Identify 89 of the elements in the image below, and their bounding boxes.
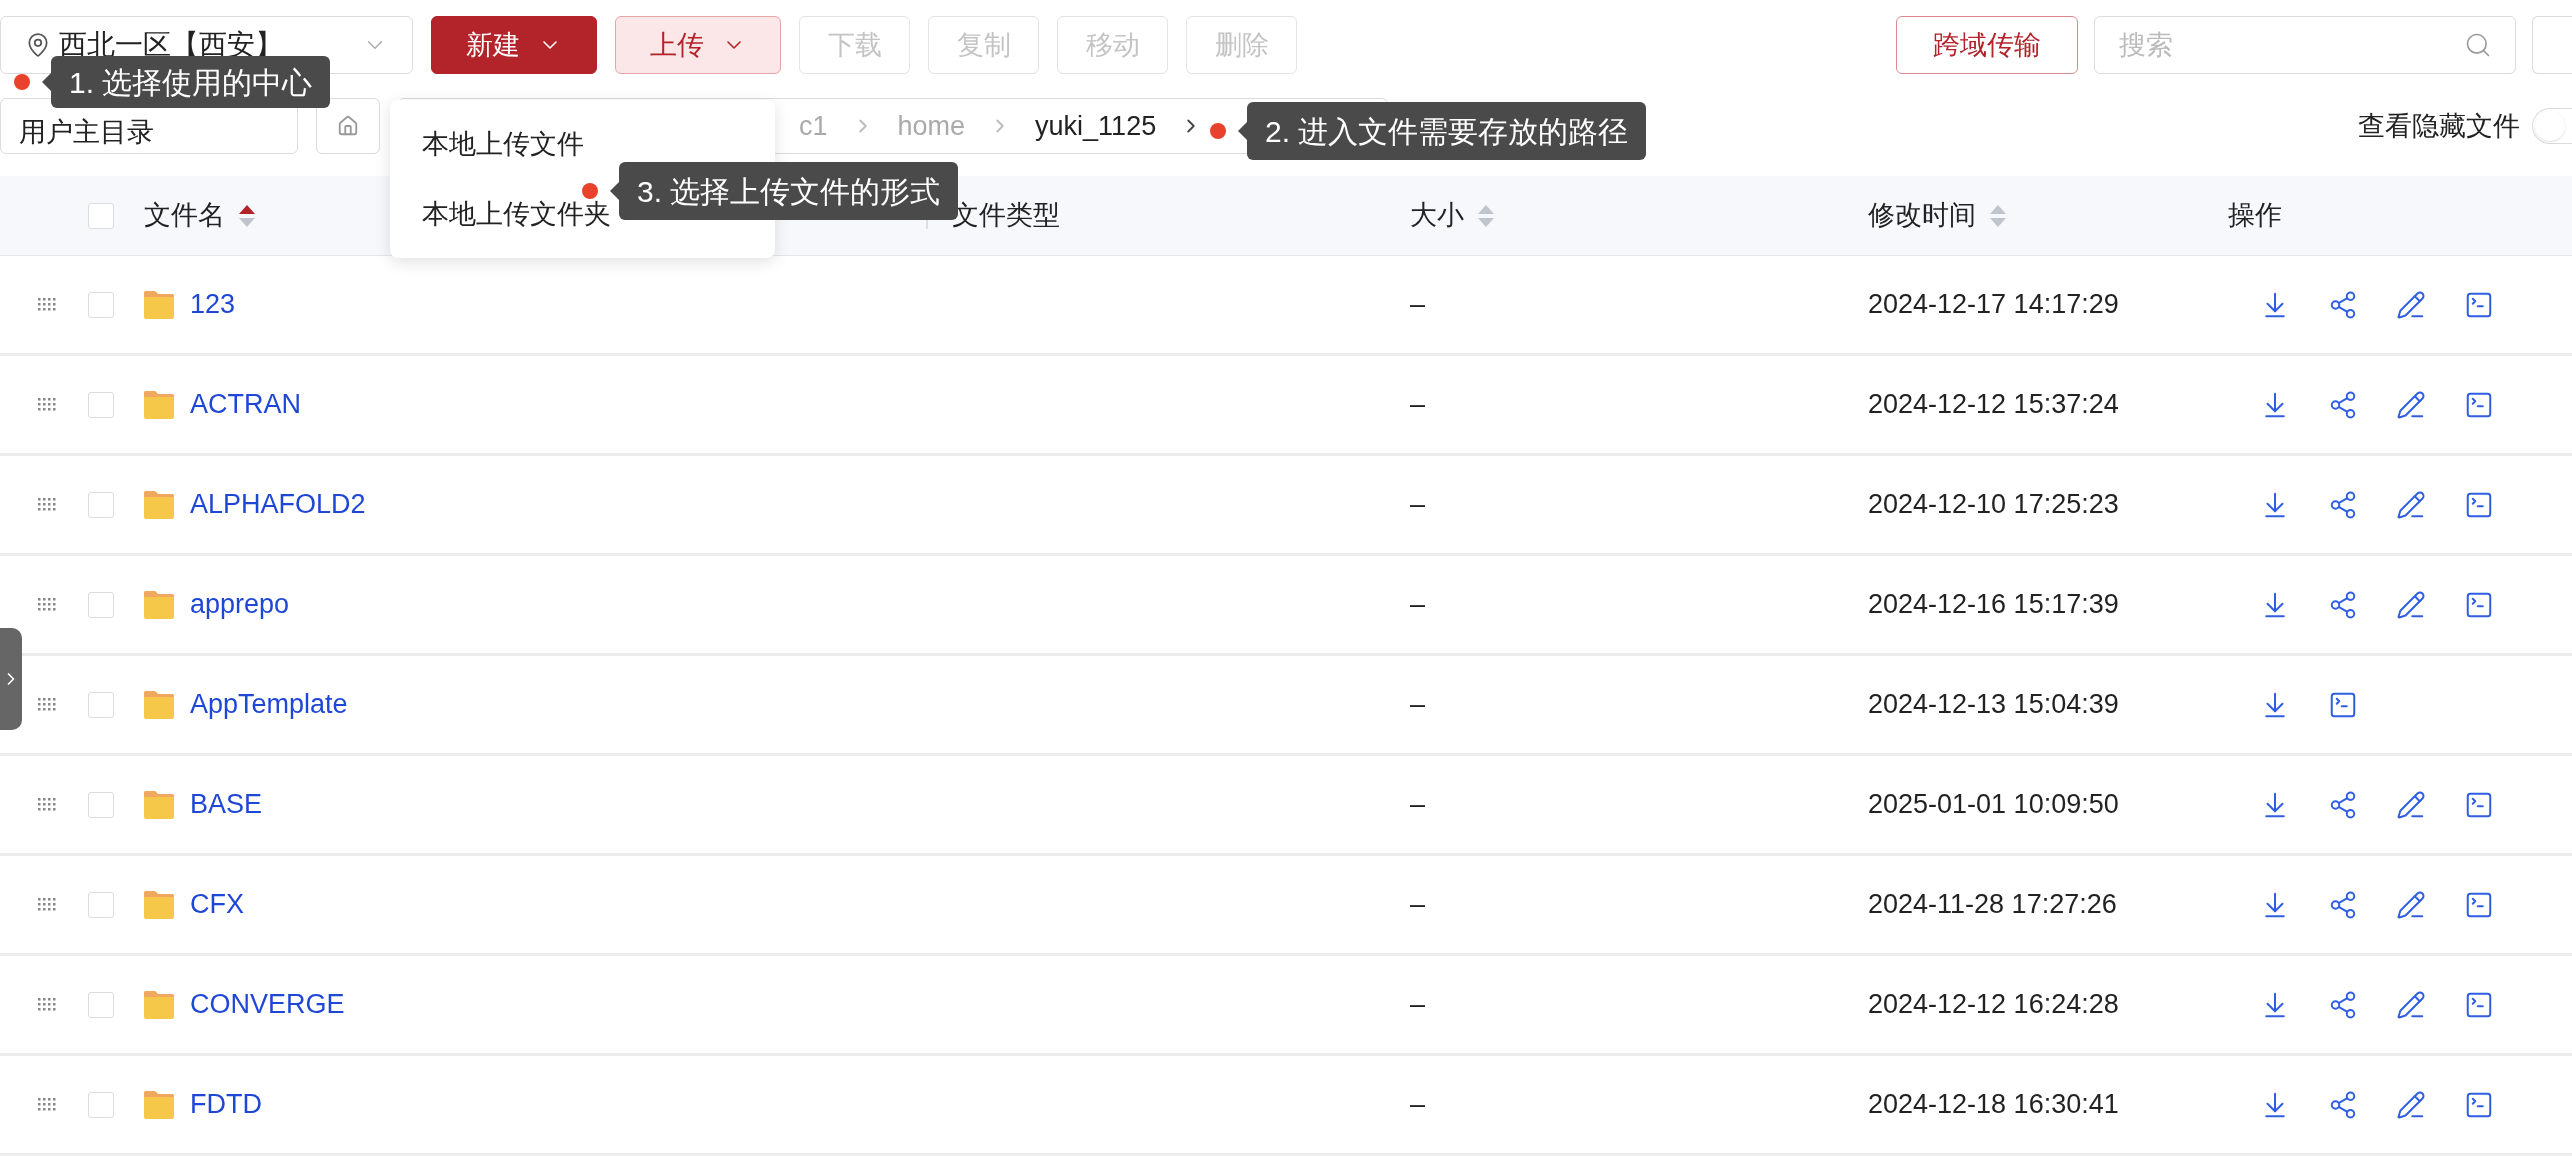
size-cell: – — [1410, 589, 1426, 620]
share-icon[interactable] — [2328, 289, 2358, 320]
modified-time-cell: 2024-12-17 14:17:29 — [1868, 289, 2119, 320]
drag-handle-icon[interactable] — [38, 398, 56, 411]
toolbar-button[interactable]: 上传 — [615, 16, 781, 74]
breadcrumb-item[interactable]: yuki_1125 — [1035, 105, 1157, 147]
row-checkbox[interactable] — [88, 1091, 114, 1118]
folder-icon — [144, 290, 174, 319]
edit-icon[interactable] — [2396, 489, 2426, 520]
share-icon[interactable] — [2328, 889, 2358, 920]
edit-icon[interactable] — [2396, 589, 2426, 620]
share-icon[interactable] — [2328, 589, 2358, 620]
drag-handle-icon[interactable] — [38, 698, 56, 711]
share-icon[interactable] — [2328, 389, 2358, 420]
size-cell: – — [1410, 389, 1426, 420]
column-header: 大小 — [1410, 199, 1464, 233]
folder-icon — [144, 690, 174, 719]
folder-icon — [144, 490, 174, 519]
folder-name-link[interactable]: ACTRAN — [190, 384, 301, 425]
folder-icon — [144, 790, 174, 819]
row-checkbox[interactable] — [88, 491, 114, 518]
folder-icon — [144, 390, 174, 419]
toolbar-button[interactable]: 新建 — [431, 16, 597, 74]
edit-icon[interactable] — [2396, 989, 2426, 1020]
drag-handle-icon[interactable] — [38, 898, 56, 911]
modified-time-cell: 2025-01-01 10:09:50 — [1868, 789, 2119, 820]
transfer-button[interactable]: 跨域传输 — [1896, 16, 2078, 74]
share-icon[interactable] — [2328, 489, 2358, 520]
tooltip: 2. 进入文件需要存放的路径 — [1238, 102, 1647, 160]
search-field[interactable]: 搜索 — [2094, 16, 2516, 74]
drag-handle-icon[interactable] — [38, 298, 56, 311]
folder-name-link[interactable]: apprepo — [190, 584, 290, 625]
column-header: 修改时间 — [1868, 199, 1976, 233]
column-header: 文件名 — [144, 199, 225, 233]
folder-name-link[interactable]: AppTemplate — [190, 684, 348, 725]
size-cell: – — [1410, 489, 1426, 520]
row-checkbox[interactable] — [88, 991, 114, 1018]
size-cell: – — [1410, 1089, 1426, 1120]
folder-name-link[interactable]: 123 — [190, 284, 236, 325]
folder-name-link[interactable]: FDTD — [190, 1084, 262, 1125]
folder-icon — [144, 1090, 174, 1119]
size-cell: – — [1410, 289, 1426, 320]
tooltip: 1. 选择使用的中心 — [42, 56, 331, 108]
modified-time-cell: 2024-12-16 15:17:39 — [1868, 589, 2119, 620]
tooltip: 3. 选择上传文件的形式 — [610, 162, 959, 220]
modified-time-cell: 2024-12-12 16:24:28 — [1868, 989, 2119, 1020]
folder-icon — [144, 890, 174, 919]
share-icon[interactable] — [2328, 989, 2358, 1020]
modified-time-cell: 2024-11-28 17:27:26 — [1868, 889, 2117, 920]
column-header: 操作 — [2228, 199, 2282, 233]
select-all-checkbox[interactable] — [88, 202, 114, 229]
drag-handle-icon[interactable] — [38, 598, 56, 611]
folder-name-link[interactable]: CONVERGE — [190, 984, 345, 1025]
row-checkbox[interactable] — [88, 391, 114, 418]
share-icon[interactable] — [2328, 1089, 2358, 1120]
hidden-files-label: 查看隐藏文件 — [2358, 109, 2520, 143]
drag-handle-icon[interactable] — [38, 998, 56, 1011]
size-cell: – — [1410, 989, 1426, 1020]
folder-name-link[interactable]: ALPHAFOLD2 — [190, 484, 366, 525]
edit-icon[interactable] — [2396, 889, 2426, 920]
drag-handle-icon[interactable] — [38, 1098, 56, 1111]
edit-icon[interactable] — [2396, 1089, 2426, 1120]
home-icon — [337, 115, 359, 137]
folder-name-link[interactable]: CFX — [190, 884, 244, 925]
row-checkbox[interactable] — [88, 591, 114, 618]
row-checkbox[interactable] — [88, 291, 114, 318]
size-cell: – — [1410, 789, 1426, 820]
folder-icon — [144, 990, 174, 1019]
hidden-files-switch[interactable] — [2532, 108, 2572, 144]
edit-icon[interactable] — [2396, 389, 2426, 420]
side-panel-toggle[interactable] — [0, 628, 22, 730]
folder-name-link[interactable]: BASE — [190, 784, 263, 825]
modified-time-cell: 2024-12-10 17:25:23 — [1868, 489, 2119, 520]
menu-item[interactable]: 本地上传文件 — [422, 123, 743, 164]
size-cell: – — [1410, 689, 1426, 720]
size-cell: – — [1410, 889, 1426, 920]
row-checkbox[interactable] — [88, 891, 114, 918]
modified-time-cell: 2024-12-18 16:30:41 — [1868, 1089, 2119, 1120]
modified-time-cell: 2024-12-13 15:04:39 — [1868, 689, 2119, 720]
row-checkbox[interactable] — [88, 791, 114, 818]
edit-icon[interactable] — [2396, 289, 2426, 320]
drag-handle-icon[interactable] — [38, 798, 56, 811]
drag-handle-icon[interactable] — [38, 498, 56, 511]
folder-icon — [144, 590, 174, 619]
share-icon[interactable] — [2328, 789, 2358, 820]
row-checkbox[interactable] — [88, 691, 114, 718]
modified-time-cell: 2024-12-12 15:37:24 — [1868, 389, 2119, 420]
edit-icon[interactable] — [2396, 789, 2426, 820]
search-icon — [2464, 31, 2492, 59]
